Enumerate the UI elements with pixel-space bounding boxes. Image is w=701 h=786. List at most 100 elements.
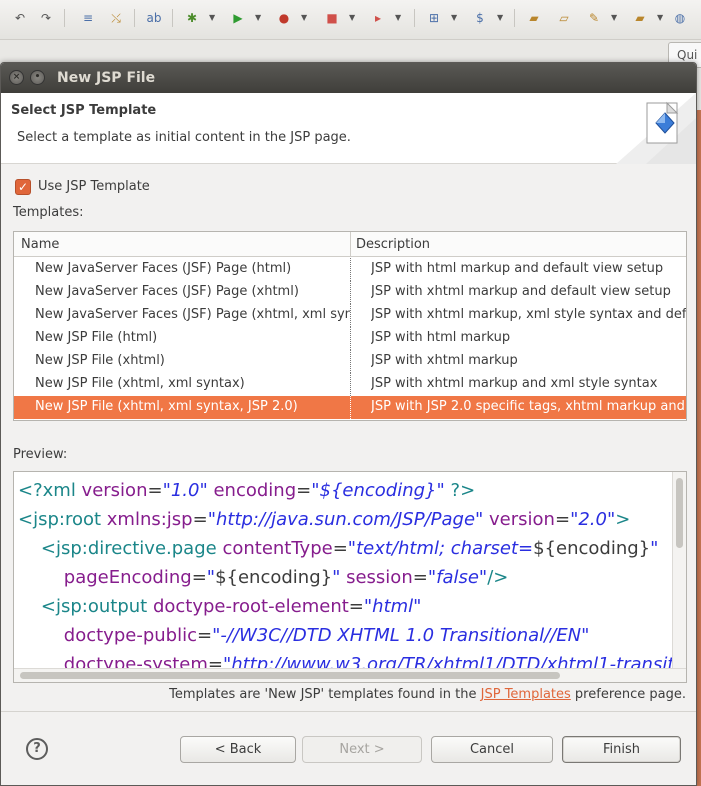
dialog-title: New JSP File (57, 70, 156, 86)
table-row[interactable]: New JSP File (html) JSP with html markup (14, 327, 686, 350)
code-token: version (483, 509, 555, 530)
eclipse-toolbar: ↶ ↷ ≡ ⤯ ab ✱ ▼ ▶ ▼ ● ▼ ■ ▼ ▸ ▼ ⊞ ▼ $ ▼ ▰… (0, 0, 701, 40)
column-divider[interactable] (350, 232, 351, 257)
code-token: "2.0" (570, 509, 616, 530)
back-nav-icon[interactable]: ↶ (12, 10, 28, 26)
vertical-scroll-thumb[interactable] (676, 478, 683, 548)
code-token: pageEncoding (63, 567, 192, 588)
footer-separator (1, 711, 696, 712)
code-token: <jsp:root (18, 509, 107, 530)
table-row[interactable]: New JavaServer Faces (JSF) Page (html) JS… (14, 258, 686, 281)
code-token: = (196, 625, 213, 646)
code-token: ${encoding} (533, 538, 651, 559)
code-token: = (296, 480, 312, 501)
jsp-templates-link[interactable]: JSP Templates (481, 687, 571, 702)
use-template-label[interactable]: Use JSP Template (38, 179, 150, 194)
preference-note-text: Templates are 'New JSP' templates found … (169, 687, 481, 702)
code-line: <jsp:directive.page contentType="text/ht… (18, 534, 686, 563)
toolbar-separator (514, 9, 515, 27)
dialog-titlebar: × • New JSP File (1, 63, 696, 93)
code-token: contentType (222, 538, 333, 559)
code-token: <jsp:output (18, 596, 153, 617)
dropdown-arrow-icon[interactable]: ▼ (657, 10, 663, 26)
cell-divider (350, 281, 351, 304)
code-token: ${encoding} (215, 567, 333, 588)
template-description-cell: JSP with xhtml markup and default view s… (371, 284, 671, 299)
new-project-icon[interactable]: ⊞ (426, 10, 442, 26)
folder-icon[interactable]: ▰ (632, 10, 648, 26)
cancel-button[interactable]: Cancel (431, 736, 553, 763)
cell-divider (350, 327, 351, 350)
refactor-icon[interactable]: ⤯ (108, 10, 124, 26)
quick-access-label: Qui (677, 48, 698, 62)
template-description-cell: JSP with xhtml markup, xml style syntax … (371, 307, 686, 322)
dropdown-arrow-icon[interactable]: ▼ (451, 10, 457, 26)
disconnect-icon[interactable]: ▸ (370, 10, 386, 26)
stop-icon[interactable]: ■ (324, 10, 340, 26)
code-token: session (340, 567, 413, 588)
toolbar-separator (134, 9, 135, 27)
wizard-header-description: Select a template as initial content in … (17, 130, 351, 145)
cell-divider (350, 304, 351, 327)
table-row[interactable]: New JSP File (xhtml, xml syntax, JSP 2.0… (14, 396, 686, 419)
table-row[interactable]: New JSP File (xhtml) JSP with xhtml marku… (14, 350, 686, 373)
new-jsp-file-dialog: × • New JSP File Select JSP Template Sel… (0, 62, 697, 786)
template-name-cell: New JavaServer Faces (JSF) Page (html) (35, 261, 292, 276)
close-window-icon[interactable]: × (9, 70, 24, 85)
code-token: "html" (363, 596, 422, 617)
help-icon[interactable]: ? (26, 738, 48, 760)
toolbar-separator (414, 9, 415, 27)
toolbar-separator (172, 9, 173, 27)
horizontal-scroll-thumb[interactable] (20, 672, 560, 679)
spell-icon[interactable]: ab (146, 10, 162, 26)
code-line: doctype-public="-//W3C//DTD XHTML 1.0 Tr… (18, 621, 686, 650)
cell-divider (350, 350, 351, 373)
template-name-cell: New JavaServer Faces (JSF) Page (xhtml, … (35, 307, 350, 322)
code-token: "1.0" (162, 480, 208, 501)
column-header-name[interactable]: Name (21, 237, 59, 252)
minimize-window-icon[interactable]: • (30, 70, 45, 85)
back-button[interactable]: < Back (180, 736, 296, 763)
outline-icon[interactable]: ≡ (80, 10, 96, 26)
dropdown-arrow-icon[interactable]: ▼ (255, 10, 261, 26)
templates-table[interactable]: Name Description New JavaServer Faces (J… (13, 231, 687, 421)
wizard-header: Select JSP Template Select a template as… (1, 93, 696, 164)
dropdown-arrow-icon[interactable]: ▼ (395, 10, 401, 26)
cell-divider (350, 258, 351, 281)
finish-button[interactable]: Finish (562, 736, 681, 763)
open-file-icon[interactable]: ▱ (556, 10, 572, 26)
debug-icon[interactable]: ✱ (184, 10, 200, 26)
forward-nav-icon[interactable]: ↷ (38, 10, 54, 26)
template-preview[interactable]: <?xml version="1.0" encoding="${encoding… (13, 471, 687, 683)
template-description-cell: JSP with JSP 2.0 specific tags, xhtml ma… (371, 399, 686, 414)
table-row[interactable]: New JSP File (xhtml, xml syntax) JSP with… (14, 373, 686, 396)
code-token: "-//W3C//DTD XHTML 1.0 Transitional//EN" (212, 625, 590, 646)
template-name-cell: New JavaServer Faces (JSF) Page (xhtml) (35, 284, 299, 299)
tasks-icon[interactable]: ✎ (586, 10, 602, 26)
preview-vertical-scrollbar[interactable] (672, 472, 686, 682)
cell-divider (350, 373, 351, 396)
code-line: <?xml version="1.0" encoding="${encoding… (18, 476, 686, 505)
dropdown-arrow-icon[interactable]: ▼ (611, 10, 617, 26)
preview-horizontal-scrollbar[interactable] (14, 668, 686, 682)
new-class-icon[interactable]: $ (472, 10, 488, 26)
code-token: = (554, 509, 571, 530)
preview-label: Preview: (13, 447, 68, 462)
dropdown-arrow-icon[interactable]: ▼ (301, 10, 307, 26)
dropdown-arrow-icon[interactable]: ▼ (349, 10, 355, 26)
table-row[interactable]: New JavaServer Faces (JSF) Page (xhtml) J… (14, 281, 686, 304)
use-template-checkbox[interactable]: ✓ (15, 179, 31, 195)
wizard-header-title: Select JSP Template (11, 103, 157, 118)
code-token: ?> (444, 480, 476, 501)
code-token: version (81, 480, 148, 501)
table-row[interactable]: New JavaServer Faces (JSF) Page (xhtml, … (14, 304, 686, 327)
run-icon[interactable]: ▶ (230, 10, 246, 26)
globe-icon[interactable]: ◍ (672, 10, 688, 26)
open-folder-icon[interactable]: ▰ (526, 10, 542, 26)
run-external-icon[interactable]: ● (276, 10, 292, 26)
dropdown-arrow-icon[interactable]: ▼ (497, 10, 503, 26)
code-token: = (147, 480, 163, 501)
dropdown-arrow-icon[interactable]: ▼ (209, 10, 215, 26)
column-header-description[interactable]: Description (356, 237, 430, 252)
